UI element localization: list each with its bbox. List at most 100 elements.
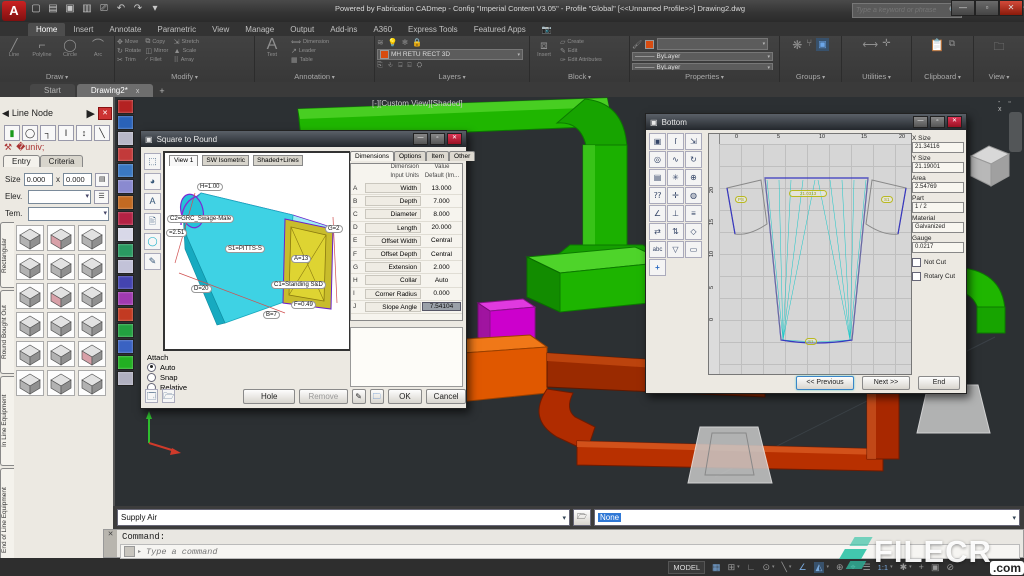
- create-block-tool[interactable]: ▱Create: [560, 38, 602, 46]
- tab-dimensions[interactable]: Dimensions: [350, 151, 394, 161]
- part-thumb[interactable]: [78, 370, 106, 396]
- ribbon-tab-annotate[interactable]: Annotate: [101, 23, 149, 36]
- ribbon-tab-a360[interactable]: A360: [365, 23, 400, 36]
- annotation-panel-label[interactable]: Annotation: [255, 72, 374, 81]
- fitting-preview[interactable]: View 1 SW Isometric Shaded+Lines: [163, 151, 351, 351]
- freeze-icon[interactable]: ❄: [402, 38, 409, 47]
- dialog-minimize-icon[interactable]: —: [413, 133, 428, 145]
- dim-row-selected[interactable]: JSlope Angle7.54104: [351, 301, 462, 314]
- item-combo[interactable]: [28, 207, 109, 221]
- abc-icon[interactable]: abc: [649, 241, 666, 258]
- ribbon-tab-output[interactable]: Output: [282, 23, 322, 36]
- side-tab-rectangular[interactable]: Rectangular: [0, 222, 14, 288]
- updown-tool-icon[interactable]: ↕: [76, 125, 92, 141]
- print-preview-icon[interactable]: 🖹: [144, 213, 161, 230]
- lineweight-combo[interactable]: ———ByLayer▾: [632, 63, 773, 70]
- gauge-value[interactable]: 0.0217: [912, 242, 964, 253]
- match-layer-icon[interactable]: ⎘: [377, 62, 383, 70]
- angle-icon[interactable]: ∠: [649, 205, 666, 222]
- elev-grid-icon[interactable]: ☰: [94, 190, 109, 204]
- dialog-title-bar[interactable]: ▣ Square to Round — ▫ ✕: [141, 131, 466, 147]
- rotarycut-checkbox[interactable]: Rotary Cut: [912, 272, 964, 281]
- dim-row[interactable]: ICorner Radius0.000: [351, 288, 462, 301]
- part-thumb[interactable]: [16, 312, 44, 338]
- model-button[interactable]: MODEL: [668, 561, 705, 574]
- navigation-bar[interactable]: [1009, 112, 1022, 152]
- qat-dropdown-icon[interactable]: ▾: [149, 3, 161, 14]
- stretch-tool[interactable]: ⇲Stretch: [174, 38, 199, 46]
- part-thumb[interactable]: [78, 225, 106, 251]
- diamond-icon[interactable]: ◇: [685, 223, 702, 240]
- draw-panel-label[interactable]: Draw: [0, 72, 114, 81]
- cadmep-tool-icon[interactable]: [117, 195, 134, 210]
- insert-block-tool[interactable]: ⧈Insert: [532, 38, 556, 58]
- tab-other[interactable]: Other: [449, 151, 475, 161]
- grid-icon[interactable]: ▦: [712, 562, 721, 573]
- view-tool-icon[interactable]: 🗀: [994, 38, 1005, 57]
- service-combo[interactable]: Supply Air▾: [117, 509, 570, 526]
- cadmep-tool-icon[interactable]: [117, 99, 134, 114]
- star-icon[interactable]: ✳: [667, 169, 684, 186]
- mirror-tool[interactable]: ◫Mirror: [145, 47, 170, 55]
- dim-row[interactable]: GExtension2.000: [351, 261, 462, 274]
- osnap-icon[interactable]: ∠: [798, 562, 806, 573]
- shaded-lines-button[interactable]: Shaded+Lines: [253, 155, 303, 166]
- props-icon[interactable]: ▤: [649, 169, 666, 186]
- dim-row[interactable]: DLength20.000: [351, 222, 462, 235]
- annotate-a-icon[interactable]: A: [144, 193, 161, 210]
- part-thumb[interactable]: [47, 254, 75, 280]
- command-grip[interactable]: ✕: [104, 530, 117, 557]
- library-icon[interactable]: 🗔: [145, 389, 158, 403]
- insert-tool-icon[interactable]: I: [58, 125, 74, 141]
- dim-row[interactable]: FOffset DepthCentral: [351, 248, 462, 261]
- side-tab-endofline[interactable]: End of Line Equipment: [0, 468, 14, 572]
- text-tool[interactable]: AText: [257, 38, 287, 58]
- ribbon-tab-insert[interactable]: Insert: [65, 23, 101, 36]
- part-thumb[interactable]: [78, 312, 106, 338]
- view-box-icon[interactable]: ⬚: [144, 153, 161, 170]
- cadmep-tool-icon[interactable]: [117, 243, 134, 258]
- settings-gear-icon[interactable]: ✱: [900, 562, 908, 573]
- measure-icon[interactable]: ⟷: [862, 38, 878, 51]
- elevation-combo[interactable]: [28, 190, 91, 204]
- circle-view-icon[interactable]: ◯: [144, 233, 161, 250]
- circle-dot-icon[interactable]: ◍: [685, 187, 702, 204]
- size-height-input[interactable]: 0.000: [63, 173, 92, 186]
- cadmep-tool-icon[interactable]: [117, 259, 134, 274]
- xsize-value[interactable]: 21.34116: [912, 142, 964, 153]
- sw-isometric-button[interactable]: SW Isometric: [202, 155, 249, 166]
- undo-icon[interactable]: ↶: [115, 3, 127, 14]
- cadmep-tool-icon[interactable]: [117, 115, 134, 130]
- ribbon-tab-featured[interactable]: Featured Apps: [466, 23, 534, 36]
- next-button[interactable]: Next >>: [862, 376, 910, 390]
- circle-tool[interactable]: ◯Circle: [58, 38, 82, 58]
- isodraft-icon[interactable]: ╲: [782, 562, 787, 573]
- view-panel-label[interactable]: View: [974, 72, 1024, 81]
- part-thumb[interactable]: [78, 254, 106, 280]
- zoom-icon[interactable]: ◎: [649, 151, 666, 168]
- pattern-title-bar[interactable]: ▣ Bottom — ▫ ✕: [646, 114, 966, 130]
- cadmep-tool-icon[interactable]: [117, 147, 134, 162]
- tab-criteria[interactable]: Criteria: [40, 155, 84, 167]
- side-tab-inline[interactable]: In Line Equipment: [0, 376, 14, 466]
- view1-tab[interactable]: View 1: [169, 155, 198, 166]
- folder-icon[interactable]: 🗁: [162, 389, 175, 403]
- color-combo[interactable]: ▾: [657, 38, 768, 50]
- table-tool[interactable]: ▦Table: [291, 56, 329, 64]
- attach-snap-radio[interactable]: Snap: [147, 372, 187, 382]
- dim-row[interactable]: CDiameter8.000: [351, 208, 462, 221]
- clipboard-panel-label[interactable]: Clipboard: [912, 72, 973, 81]
- service-folder-icon[interactable]: 🗁: [573, 509, 591, 526]
- zoom-extents-icon[interactable]: ▣: [649, 133, 666, 150]
- dialog-close-icon[interactable]: ✕: [447, 133, 462, 145]
- move-tool[interactable]: ✥Move: [117, 38, 142, 46]
- cadmep-tool-icon[interactable]: [117, 163, 134, 178]
- tab-entry[interactable]: Entry: [3, 155, 40, 167]
- edit-pencil-icon[interactable]: ✎: [144, 253, 161, 270]
- rotate-tool[interactable]: ↻Rotate: [117, 47, 142, 55]
- properties-panel-label[interactable]: Properties: [630, 72, 779, 81]
- cadmep-tool-icon[interactable]: [117, 179, 134, 194]
- arc-tool[interactable]: ⌒Arc: [86, 38, 110, 58]
- part-thumb[interactable]: [47, 370, 75, 396]
- minimize-button[interactable]: —: [951, 0, 975, 16]
